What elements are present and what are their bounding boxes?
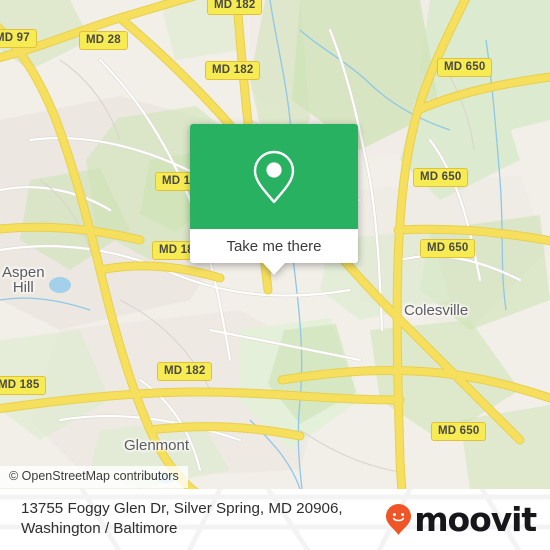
road-shield: MD 650 [413, 168, 469, 187]
address-line-1: 13755 Foggy Glen Dr, Silver Spring, MD 2… [21, 500, 343, 517]
map-attribution[interactable]: © OpenStreetMap contributors [0, 466, 188, 488]
place-label-line: Aspen [2, 264, 45, 281]
moovit-pin-icon [386, 503, 412, 535]
callout-header [190, 124, 358, 229]
place-label: Aspen Hill [2, 265, 45, 295]
moovit-logo[interactable]: moovit [385, 499, 537, 539]
place-label: Colesville [404, 303, 468, 318]
road-shield: MD 185 [0, 376, 47, 395]
place-label: Glenmont [124, 438, 189, 453]
road-shield: MD 650 [420, 239, 476, 258]
take-me-there-button[interactable]: Take me there [190, 229, 358, 263]
address-text: 13755 Foggy Glen Dr, Silver Spring, MD 2… [21, 499, 376, 539]
road-shield: MD 650 [431, 422, 487, 441]
address-line-2: Washington / Baltimore [21, 520, 178, 537]
place-label-line: Colesville [404, 302, 469, 319]
map-pin-icon [253, 150, 295, 203]
place-label-line: Hill [12, 279, 34, 296]
road-shield: MD 182 [157, 362, 213, 381]
map-canvas[interactable]: .land{fill:#f2efe9} .res{fill:#ece8e1} .… [0, 0, 550, 489]
footer-bar: 13755 Foggy Glen Dr, Silver Spring, MD 2… [0, 489, 550, 550]
road-shield: MD 28 [79, 31, 128, 50]
moovit-map-screenshot: .land{fill:#f2efe9} .res{fill:#ece8e1} .… [0, 0, 550, 550]
location-callout[interactable]: Take me there [190, 124, 358, 275]
place-label-line: Glenmont [124, 437, 190, 454]
moovit-wordmark: moovit [414, 499, 537, 539]
take-me-there-label: Take me there [226, 237, 322, 255]
callout-pointer [263, 263, 285, 275]
attribution-label: © OpenStreetMap contributors [9, 469, 179, 483]
road-shield: MD 182 [207, 0, 263, 15]
road-shield: MD 650 [437, 58, 493, 77]
road-shield: MD 182 [205, 61, 261, 80]
road-shield: MD 97 [0, 29, 37, 48]
